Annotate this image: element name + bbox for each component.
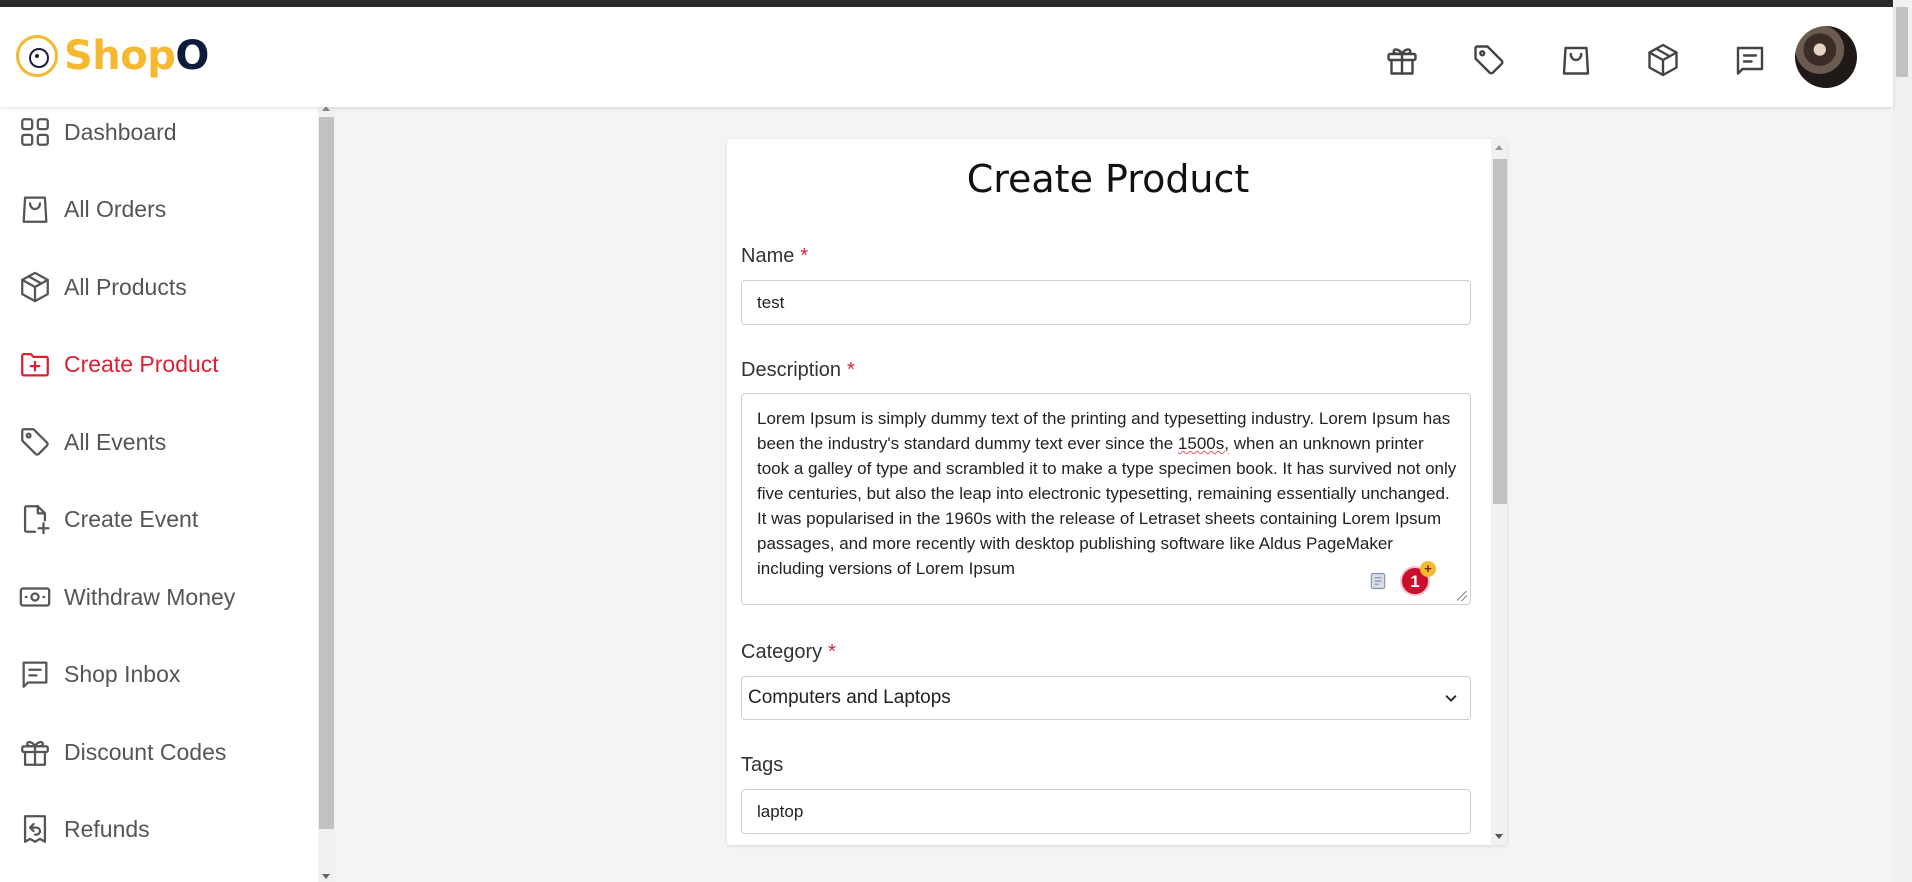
required-asterisk: * xyxy=(828,641,836,663)
tags-label: Tags xyxy=(741,754,783,777)
gift-icon[interactable] xyxy=(1382,40,1422,80)
receipt-refund-icon xyxy=(23,815,47,843)
avatar[interactable] xyxy=(1795,26,1857,88)
name-label: Name * xyxy=(741,245,808,268)
logo-text-o: O xyxy=(175,33,209,79)
logo-target-icon xyxy=(16,35,58,77)
name-label-text: Name xyxy=(741,245,795,267)
top-header: ShopO xyxy=(0,7,1893,107)
shop-logo[interactable]: ShopO xyxy=(16,31,209,81)
dashboard-grid-icon xyxy=(21,118,49,146)
description-text-part: when an unknown printer took a galley of… xyxy=(757,434,1457,578)
sidebar-item-label: Shop Inbox xyxy=(64,660,181,687)
scroll-down-arrow-icon[interactable] xyxy=(1495,834,1503,839)
sidebar: Dashboard All Orders All Products Create… xyxy=(0,107,318,882)
category-selected-value: Computers and Laptops xyxy=(748,687,951,708)
page-scrollbar[interactable] xyxy=(1893,0,1912,882)
sidebar-item-label: All Products xyxy=(64,273,187,300)
chevron-down-icon xyxy=(1445,695,1457,702)
tags-label-text: Tags xyxy=(741,754,784,776)
sidebar-item-shop-inbox[interactable]: Shop Inbox xyxy=(18,652,180,696)
sidebar-item-label: Refunds xyxy=(64,815,150,842)
message-icon xyxy=(22,661,48,688)
logo-text-shop: Shop xyxy=(64,33,176,79)
sidebar-item-label: Dashboard xyxy=(64,118,177,145)
gift-icon xyxy=(21,740,49,766)
sidebar-item-all-orders[interactable]: All Orders xyxy=(18,187,166,231)
tag-icon[interactable] xyxy=(1469,40,1509,80)
sidebar-item-dashboard[interactable]: Dashboard xyxy=(18,110,177,154)
window-top-strip xyxy=(0,0,1912,7)
grammar-plus-icon: + xyxy=(1420,561,1436,577)
required-asterisk: * xyxy=(847,359,855,381)
description-label-text: Description xyxy=(741,359,842,381)
grammar-badge-count: 1 xyxy=(1410,571,1420,591)
sidebar-item-label: Create Event xyxy=(64,505,199,532)
description-text: Lorem Ipsum is simply dummy text of the … xyxy=(757,406,1457,581)
sidebar-item-all-events[interactable]: All Events xyxy=(18,420,166,464)
description-textarea[interactable]: Lorem Ipsum is simply dummy text of the … xyxy=(741,393,1471,605)
sidebar-item-label: Discount Codes xyxy=(64,738,227,765)
category-label-text: Category xyxy=(741,641,823,663)
sidebar-item-label: Create Product xyxy=(64,350,219,377)
sidebar-item-all-products[interactable]: All Products xyxy=(18,265,187,309)
grammar-suggestion-badge[interactable]: 1 + xyxy=(1400,561,1436,596)
tag-icon xyxy=(21,428,49,456)
message-icon[interactable] xyxy=(1730,40,1770,80)
required-asterisk: * xyxy=(800,245,809,267)
file-plus-icon xyxy=(23,505,50,535)
scroll-down-arrow-icon[interactable] xyxy=(322,874,330,879)
package-icon xyxy=(21,271,49,303)
description-label: Description * xyxy=(741,359,855,382)
shopping-bag-icon[interactable] xyxy=(1556,40,1596,80)
spellcheck-underlined-word: 1500s, xyxy=(1177,434,1229,453)
grammar-checker-widget[interactable]: 1 + xyxy=(1368,561,1436,596)
sidebar-scrollbar-thumb[interactable] xyxy=(319,117,334,829)
sidebar-item-withdraw-money[interactable]: Withdraw Money xyxy=(18,575,235,619)
category-select[interactable]: Computers and Laptops xyxy=(741,676,1471,720)
form-scrollbar[interactable] xyxy=(1491,139,1507,845)
sidebar-item-label: All Events xyxy=(64,428,167,455)
tags-input[interactable] xyxy=(741,789,1471,834)
shopping-bag-icon xyxy=(22,196,48,223)
clipboard-icon[interactable] xyxy=(1368,571,1388,591)
sidebar-item-refunds[interactable]: Refunds xyxy=(18,807,150,851)
cash-icon xyxy=(19,587,51,607)
sidebar-item-create-product[interactable]: Create Product xyxy=(18,342,219,386)
page-scrollbar-thumb[interactable] xyxy=(1896,7,1908,77)
folder-plus-icon xyxy=(21,352,49,377)
sidebar-scrollbar[interactable] xyxy=(318,106,335,882)
create-product-card: Create Product Name* Description* Lorem … xyxy=(727,139,1507,845)
page-title: Create Product xyxy=(966,157,1250,201)
sidebar-item-label: All Orders xyxy=(64,195,167,222)
form-scrollbar-thumb[interactable] xyxy=(1493,159,1507,504)
package-icon[interactable] xyxy=(1643,40,1683,80)
sidebar-item-label: Withdraw Money xyxy=(64,583,236,610)
category-label: Category * xyxy=(741,641,836,664)
sidebar-item-discount-codes[interactable]: Discount Codes xyxy=(18,730,226,774)
header-icon-bar xyxy=(1382,40,1770,80)
sidebar-item-create-event[interactable]: Create Event xyxy=(18,497,198,541)
logo-text: ShopO xyxy=(64,33,209,79)
scroll-up-arrow-icon[interactable] xyxy=(1495,145,1503,150)
name-input[interactable] xyxy=(741,280,1471,325)
textarea-resize-handle[interactable] xyxy=(1457,591,1467,601)
